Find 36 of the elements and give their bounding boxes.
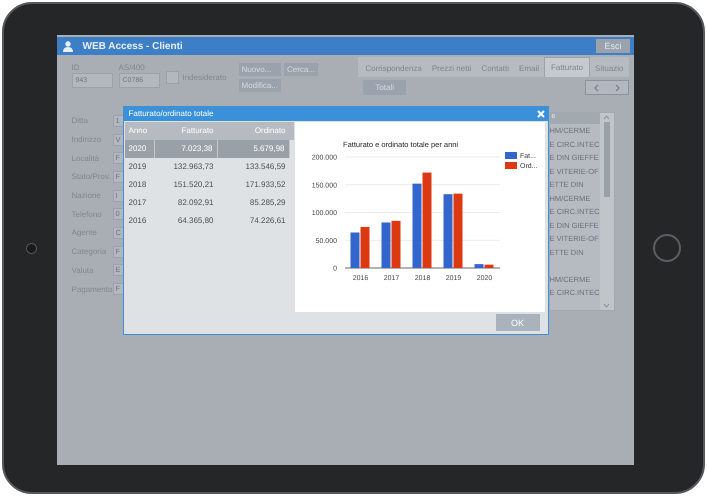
ok-button[interactable]: OK xyxy=(496,314,540,332)
table-cell: 5.679,98 xyxy=(218,140,290,158)
home-button[interactable] xyxy=(653,234,681,262)
tab[interactable]: Contatti xyxy=(476,60,514,77)
table-cell: 7.023,38 xyxy=(154,140,218,158)
user-icon xyxy=(62,40,72,52)
table-cell-text: 64.365,80 xyxy=(176,215,214,228)
chevron-right-icon xyxy=(614,84,620,92)
action-button[interactable]: Nuovo... xyxy=(238,63,281,76)
table-cell-text: 171.933,52 xyxy=(244,179,286,192)
scrollbar[interactable] xyxy=(600,113,614,310)
table-cell-text: 132.963,73 xyxy=(172,161,214,174)
action-button[interactable]: Cerca... xyxy=(284,63,318,76)
tab[interactable]: Fatturato xyxy=(544,57,590,77)
camera-icon xyxy=(26,242,37,254)
tab[interactable]: Prezzi netti xyxy=(426,60,476,77)
tab[interactable]: Situazio xyxy=(590,60,628,77)
chevron-up-icon xyxy=(603,115,610,120)
column-header: Ordinato xyxy=(254,125,286,138)
action-button[interactable]: Modifica... xyxy=(238,79,281,92)
table-cell-text: 151.520,21 xyxy=(172,179,214,192)
table-cell-text: 85.285,29 xyxy=(248,197,286,210)
totals-button[interactable]: Totali xyxy=(363,80,406,95)
column-header: Fatturato xyxy=(180,125,214,138)
table-cell: 2020 xyxy=(124,140,154,158)
window-title: WEB Access - Clienti xyxy=(82,40,184,52)
close-icon[interactable] xyxy=(536,110,544,118)
chevron-left-icon xyxy=(594,84,598,92)
table-cell-text: 74.226,61 xyxy=(248,215,286,228)
exit-button[interactable]: Esci xyxy=(596,39,630,53)
chevron-down-icon xyxy=(603,303,610,308)
tab[interactable]: Corrispondenza xyxy=(360,60,427,77)
tab[interactable]: Email xyxy=(514,60,544,77)
table-cell-text: 82.092,91 xyxy=(176,197,214,210)
table-cell-text: 133.546,59 xyxy=(244,161,286,174)
pager-button[interactable] xyxy=(584,80,628,95)
